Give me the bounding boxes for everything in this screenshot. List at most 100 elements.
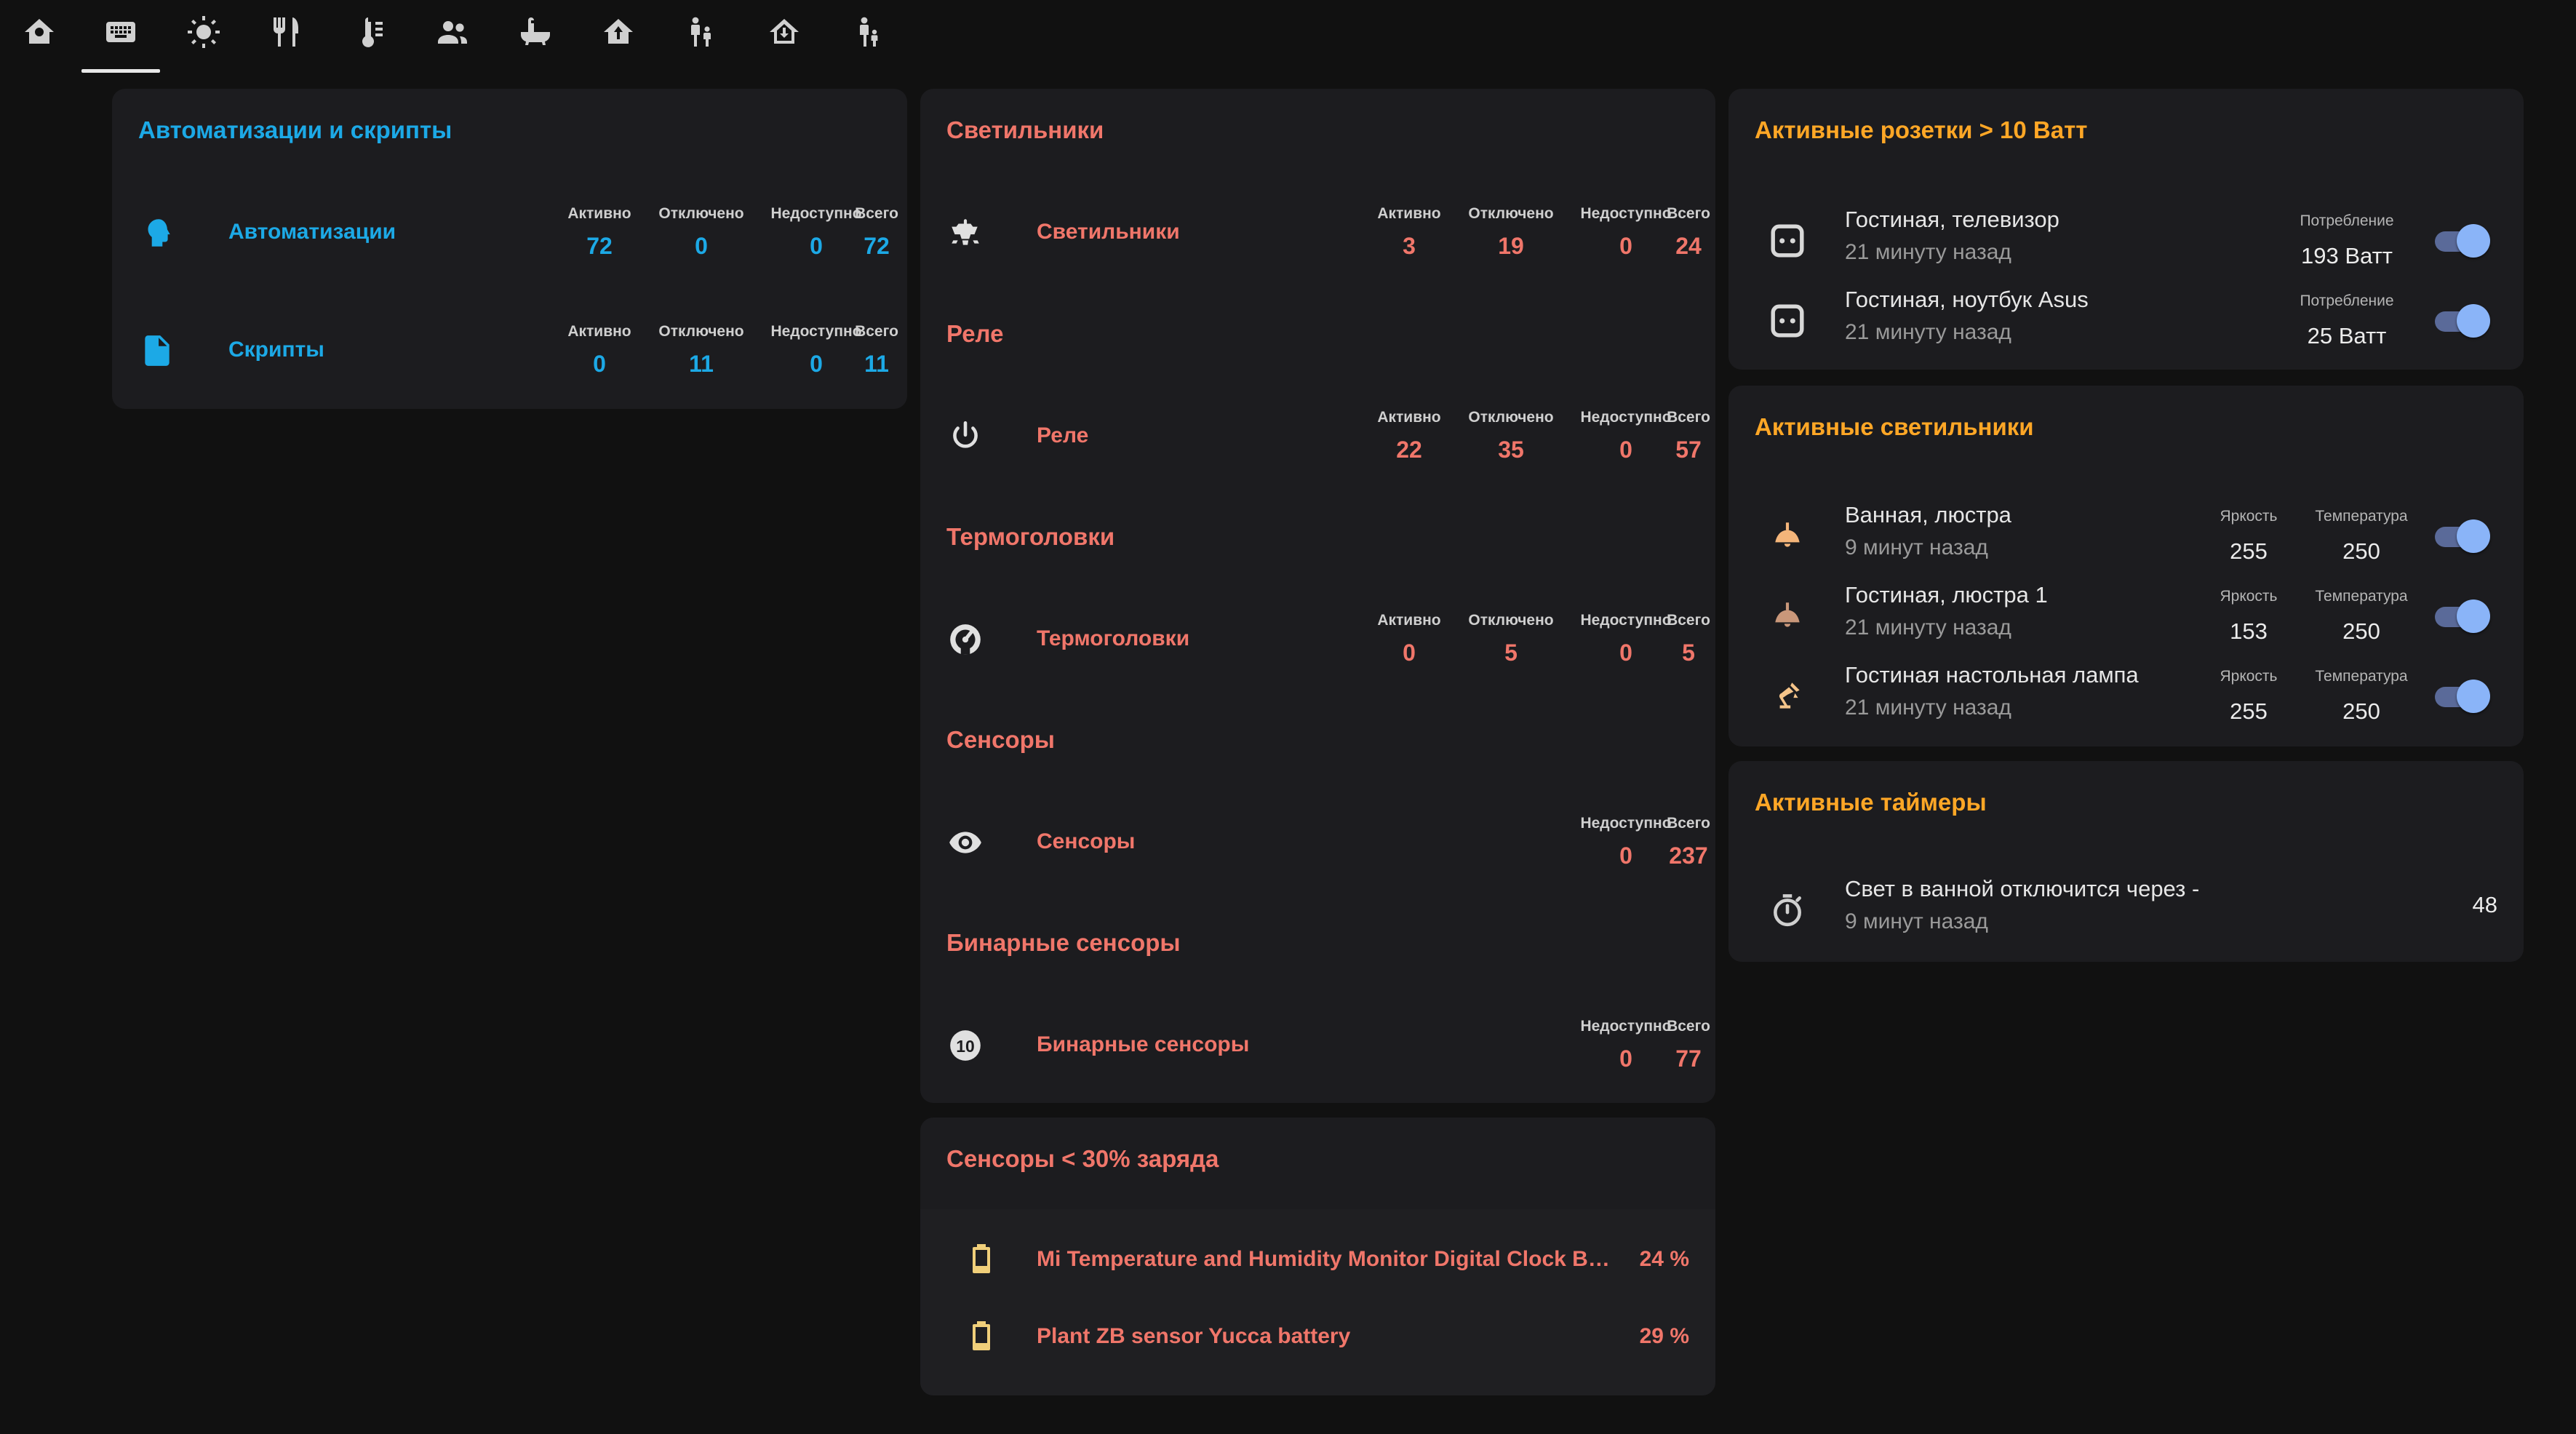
active-timers-card: Активные таймеры Свет в ванной отключитс…: [1728, 761, 2524, 962]
row-name: Реле: [1037, 423, 1089, 447]
battery-row[interactable]: Mi Temperature and Humidity Monitor Digi…: [920, 1231, 1715, 1289]
stat-label: Всего: [1667, 815, 1710, 832]
stat-total: Всего 237: [1648, 815, 1729, 869]
devices-card: Светильники Светильники Активно 3 Отключ…: [920, 89, 1715, 1103]
stat-label: Отключено: [1468, 205, 1554, 222]
socket-row[interactable]: Гостиная, ноутбук Asus 21 минуту назад П…: [1728, 282, 2524, 355]
row-name: Сенсоры: [1037, 829, 1136, 853]
card-title: Активные светильники: [1755, 413, 2034, 440]
section-title: Светильники: [946, 116, 1104, 143]
socket-toggle[interactable]: [2431, 221, 2490, 259]
power-socket-icon: [1768, 221, 1807, 260]
relay-row[interactable]: Реле Активно 22 Отключено 35 Недоступно …: [920, 400, 1715, 473]
stat-active: Активно 0: [549, 323, 650, 378]
timer-icon: [1768, 891, 1807, 930]
keyboard-icon: [106, 22, 135, 42]
bathtub-icon: [521, 17, 550, 45]
stat-active: Активно 3: [1358, 205, 1460, 260]
stat-total: Всего 72: [837, 205, 917, 260]
stat-value: 0: [593, 351, 606, 377]
scripts-row[interactable]: Скрипты Активно 0 Отключено 11 Недоступн…: [112, 314, 907, 387]
stat-total: Всего 57: [1648, 409, 1729, 463]
tab-bathroom[interactable]: [496, 0, 575, 64]
tab-lights[interactable]: [164, 0, 243, 64]
temperature-attr: Температура 250: [2303, 588, 2420, 645]
thermometer-icon: [362, 17, 383, 47]
home-icon: [25, 19, 54, 44]
light-row[interactable]: Ванная, люстра 9 минут назад Яркость 255…: [1728, 498, 2524, 570]
automations-row[interactable]: Автоматизации Активно 72 Отключено 0 Нед…: [112, 196, 907, 269]
light-toggle[interactable]: [2431, 597, 2490, 634]
power-attr: Потребление 193 Ватт: [2281, 212, 2412, 269]
silverware-icon: [274, 17, 298, 47]
light-row[interactable]: Гостиная, люстра 1 21 минуту назад Яркос…: [1728, 578, 2524, 650]
power-socket-icon: [1768, 301, 1807, 340]
tab-family[interactable]: [662, 0, 741, 64]
tab-people[interactable]: [413, 0, 492, 64]
stat-value: 5: [1682, 640, 1695, 666]
row-name: Скрипты: [228, 338, 324, 362]
socket-toggle[interactable]: [2431, 301, 2490, 339]
stat-label: Активно: [1377, 409, 1441, 426]
tab-keyboard[interactable]: [81, 0, 160, 73]
attr-label: Температура: [2315, 508, 2408, 525]
robot-head-icon: [138, 214, 176, 252]
section-title: Бинарные сенсоры: [946, 929, 1181, 956]
entity-time: 21 минуту назад: [1845, 696, 2011, 720]
stat-label: Активно: [567, 205, 631, 222]
entity-time: 21 минуту назад: [1845, 320, 2011, 344]
top-navigation: [0, 0, 2576, 76]
stat-value: 35: [1498, 437, 1524, 463]
attr-value: 250: [2342, 698, 2380, 724]
home-floor-icon: [604, 19, 633, 44]
lights-row[interactable]: Светильники Активно 3 Отключено 19 Недос…: [920, 196, 1715, 269]
stat-disabled: Отключено 35: [1460, 409, 1562, 463]
brightness-attr: Яркость 255: [2201, 508, 2296, 565]
brightness-attr: Яркость 255: [2201, 668, 2296, 725]
attr-label: Яркость: [2220, 508, 2278, 525]
entity-name: Гостиная настольная лампа: [1845, 662, 2139, 688]
light-row[interactable]: Гостиная настольная лампа 21 минуту наза…: [1728, 658, 2524, 730]
binary-sensors-row[interactable]: 10 Бинарные сенсоры Недоступно 0 Всего 7…: [920, 1009, 1715, 1082]
attr-label: Яркость: [2220, 588, 2278, 605]
tab-child[interactable]: [828, 0, 906, 64]
tab-home[interactable]: [0, 0, 79, 64]
timer-row[interactable]: Свет в ванной отключится через - 9 минут…: [1728, 872, 2524, 944]
battery-row[interactable]: Plant ZB sensor Yucca battery 29 %: [920, 1308, 1715, 1366]
section-title: Термоголовки: [946, 523, 1115, 550]
socket-row[interactable]: Гостиная, телевизор 21 минуту назад Потр…: [1728, 202, 2524, 275]
stat-disabled: Отключено 11: [650, 323, 752, 378]
power-icon: [946, 418, 984, 455]
temperature-attr: Температура 250: [2303, 508, 2420, 565]
tab-climate[interactable]: [330, 0, 409, 64]
row-name: Plant ZB sensor Yucca battery: [1037, 1324, 1351, 1348]
stat-value: 0: [1403, 640, 1416, 666]
attr-label: Потребление: [2300, 212, 2394, 229]
tab-kitchen[interactable]: [247, 0, 326, 64]
stat-label: Всего: [855, 205, 898, 222]
stat-total: Всего 24: [1648, 205, 1729, 260]
attr-label: Температура: [2315, 668, 2408, 685]
stat-total: Всего 11: [837, 323, 917, 378]
entity-name: Гостиная, ноутбук Asus: [1845, 287, 2089, 312]
tab-house[interactable]: [745, 0, 824, 64]
attr-label: Температура: [2315, 588, 2408, 605]
tab-floor[interactable]: [579, 0, 658, 64]
light-toggle[interactable]: [2431, 677, 2490, 714]
entity-time: 21 минуту назад: [1845, 616, 2011, 640]
stat-label: Всего: [1667, 1018, 1710, 1035]
entity-name: Гостиная, люстра 1: [1845, 582, 2048, 608]
stat-label: Отключено: [658, 323, 744, 340]
file-document-icon: [138, 332, 176, 370]
stat-value: 57: [1675, 437, 1702, 463]
attr-value: 193 Ватт: [2301, 243, 2393, 268]
attr-label: Яркость: [2220, 668, 2278, 685]
stat-label: Активно: [1377, 205, 1441, 222]
automations-card-content: Автоматизации Активно 72 Отключено 0 Нед…: [112, 89, 907, 409]
thermoheads-row[interactable]: Термоголовки Активно 0 Отключено 5 Недос…: [920, 603, 1715, 676]
sensors-row[interactable]: Сенсоры Недоступно 0 Всего 237: [920, 806, 1715, 879]
stat-value: 11: [689, 351, 714, 377]
stat-value: 22: [1396, 437, 1422, 463]
svg-text:10: 10: [956, 1037, 974, 1056]
light-toggle[interactable]: [2431, 517, 2490, 554]
